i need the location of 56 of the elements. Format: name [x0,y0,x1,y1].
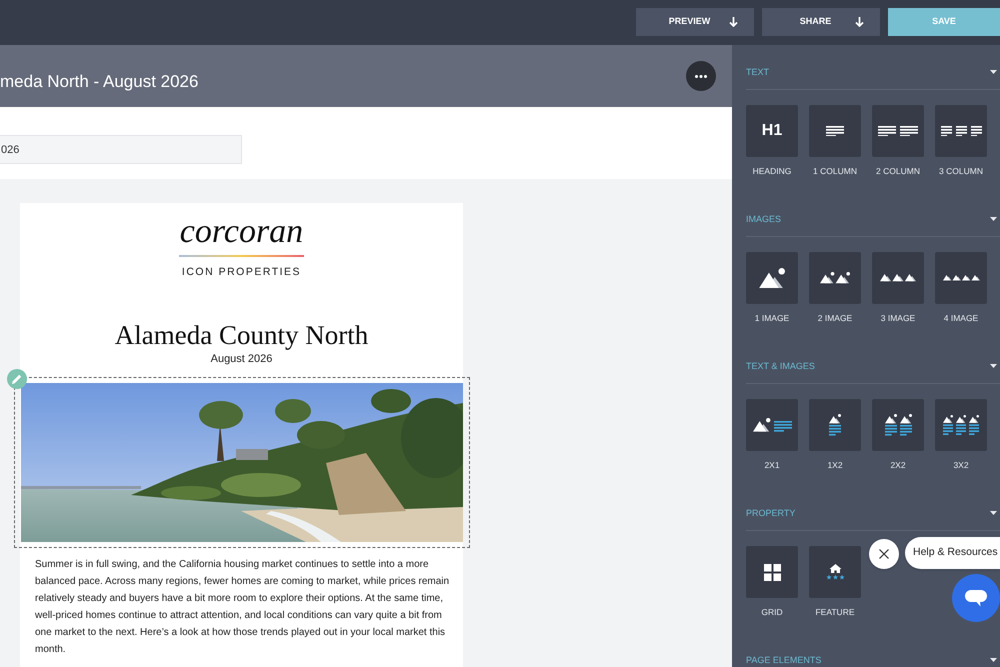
content-block-button[interactable]: H1 HEADING [746,105,798,176]
content-block-button[interactable]: 4 IMAGE [935,252,987,323]
caret-down-icon [990,70,997,74]
arrow-down-icon [855,17,864,27]
h1-heading-icon: H1 [746,105,798,157]
edit-button[interactable] [7,369,27,389]
content-block-button[interactable]: GRID [746,546,798,617]
content-block-button[interactable]: FEATURE [809,546,861,617]
pencil-icon [12,374,22,384]
content-block-button[interactable]: 2X2 [872,399,924,470]
house-with-stars-icon [809,546,861,598]
newsletter-date: August 2026 [210,352,272,366]
caret-down-icon [990,658,997,662]
chat-bubble-icon [965,590,987,606]
newsletter-body-text: Summer is in full swing, and the California housing market continues to settle into a more balanced pace. Across many regions, fewer homes are coming to market, while prices remain relatively steady and buyers have a bit more room to explore their options. At the same time, well-priced homes continue to attract attention, and local conditions can vary quite a bit from one market to the next. Here’s a look at how those trends played out in your local market this month. [34,558,450,657]
newsletter-heading: Alameda County North [114,319,368,351]
three-column-text-icon [935,105,987,157]
section-toggle[interactable]: IMAGES [746,214,1000,224]
help-resources-button[interactable]: Help & Resources [905,537,1000,569]
mountain-image-icon [746,252,798,304]
text-lines-icon [809,105,861,157]
logo-tagline: ICON PROPERTIES [182,266,302,278]
caret-down-icon [990,364,997,368]
three-images-above-text-icon [935,399,987,451]
two-mountain-images-icon [809,252,861,304]
section-toggle[interactable]: TEXT & IMAGES [746,361,1000,371]
image-above-text-icon [809,399,861,451]
content-block-button[interactable]: 1 COLUMN [809,105,861,176]
two-column-text-icon [872,105,924,157]
logo-wordmark: corcoran [180,215,304,249]
section-toggle[interactable]: PAGE ELEMENTS [746,655,1000,665]
ellipsis-icon [695,74,707,78]
content-block-button[interactable]: 3 COLUMN [935,105,987,176]
content-block-button[interactable]: 1X2 [809,399,861,470]
content-block-button[interactable]: 2 COLUMN [872,105,924,176]
caret-down-icon [990,217,997,221]
more-options-button[interactable] [686,61,716,91]
content-block-button[interactable]: 2 IMAGE [809,252,861,323]
close-icon [879,549,889,559]
content-block-button[interactable]: 3 IMAGE [872,252,924,323]
section-toggle[interactable]: PROPERTY [746,508,1000,518]
section-toggle[interactable]: TEXT [746,67,1000,77]
three-mountain-images-icon [872,252,924,304]
dropdown-button[interactable]: SHARE [762,8,880,36]
image-beside-text-icon [746,399,798,451]
content-block-button[interactable]: 3X2 [935,399,987,470]
dropdown-button[interactable]: PREVIEW [636,8,754,36]
two-images-above-text-icon [872,399,924,451]
grid-icon [746,546,798,598]
content-block-button[interactable]: 2X1 [746,399,798,470]
newsletter-title: meda North - August 2026 [0,71,198,94]
name-field[interactable]: 026 [0,135,242,164]
arrow-down-icon [729,17,738,27]
caret-down-icon [990,511,997,515]
four-mountain-images-icon [935,252,987,304]
content-block-button[interactable]: 1 IMAGE [746,252,798,323]
